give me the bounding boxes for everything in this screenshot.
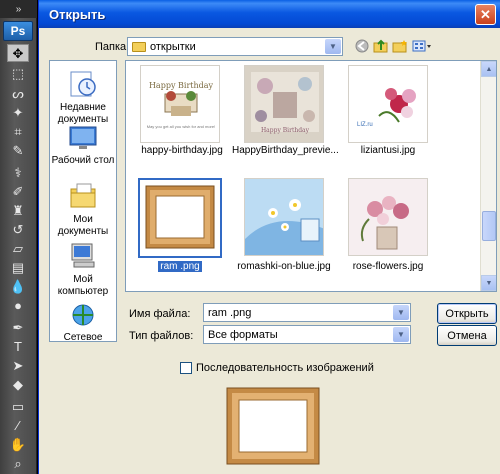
crop-tool-icon[interactable]: ⌗ xyxy=(7,122,29,140)
file-name[interactable]: HappyBirthday_previe... xyxy=(232,145,339,156)
eraser-tool-icon[interactable]: ▱ xyxy=(7,239,29,257)
marquee-tool-icon[interactable]: ⬚ xyxy=(7,64,29,82)
place-label: Недавние документы xyxy=(57,102,109,125)
folder-icon xyxy=(132,41,146,52)
filename-input[interactable]: ram .png ▼ xyxy=(203,303,411,322)
file-name[interactable]: rose-flowers.jpg xyxy=(344,261,432,272)
filetype-select[interactable]: Все форматы ▼ xyxy=(203,325,411,344)
chevron-down-icon[interactable]: ▼ xyxy=(393,305,409,320)
brush-tool-icon[interactable]: ✐ xyxy=(7,182,29,200)
blur-tool-icon[interactable]: 💧 xyxy=(7,277,29,295)
place-desktop[interactable]: Рабочий стол xyxy=(50,124,116,167)
folder-label: Папка: xyxy=(95,41,130,53)
chevron-down-icon[interactable]: ▼ xyxy=(393,327,409,342)
eyedropper-tool-icon[interactable]: ⁄ xyxy=(7,416,29,434)
place-network[interactable]: Сетевое xyxy=(50,303,116,342)
place-label: Мои документы xyxy=(57,214,109,237)
dialog-title-bar[interactable]: Открыть xyxy=(39,0,500,28)
slice-tool-icon[interactable]: ✎ xyxy=(7,141,29,159)
file-name-selected[interactable]: ram .png xyxy=(132,261,228,272)
gradient-tool-icon[interactable]: ▤ xyxy=(7,258,29,276)
folder-value: открытки xyxy=(150,40,196,53)
my-documents-icon xyxy=(70,183,96,208)
svg-text:Happy Birthday: Happy Birthday xyxy=(261,127,310,134)
place-label: Рабочий стол xyxy=(51,155,115,166)
path-selection-tool-icon[interactable]: ➤ xyxy=(7,356,29,374)
photoshop-toolbox: » Ps ✥ ⬚ ᔕ ✦ ⌗ ✎ ⚕ ✐ ♜ ↺ ▱ ▤ 💧 ● ✒ T ➤ ◆… xyxy=(0,0,37,474)
file-thumbnail[interactable]: Happy Birthday xyxy=(244,65,324,143)
shape-tool-icon[interactable]: ◆ xyxy=(7,375,29,393)
cancel-button[interactable]: Отмена xyxy=(437,325,497,346)
scrollbar-thumb[interactable] xyxy=(482,211,496,241)
folder-combo[interactable]: открытки ▼ xyxy=(127,37,343,56)
network-icon xyxy=(72,304,94,326)
close-button[interactable]: ✕ xyxy=(475,4,496,25)
image-sequence-checkbox[interactable] xyxy=(180,362,192,374)
filename-label: Имя файла: xyxy=(129,308,191,320)
pen-tool-icon[interactable]: ✒ xyxy=(7,318,29,336)
hand-tool-icon[interactable]: ✋ xyxy=(7,435,29,453)
place-label: Сетевое xyxy=(63,332,103,342)
file-thumbnail[interactable]: LIZ.ru xyxy=(348,65,428,143)
scroll-down-icon[interactable]: ▼ xyxy=(481,275,496,291)
file-thumbnail[interactable] xyxy=(348,178,428,256)
open-dialog: Открыть ✕ Папка: открытки ▼ Недавние док… xyxy=(38,0,500,474)
view-menu-icon[interactable] xyxy=(411,37,433,55)
dialog-title: Открыть xyxy=(49,6,106,22)
file-name[interactable]: romashki-on-blue.jpg xyxy=(236,261,332,272)
place-label: Мой компьютер xyxy=(57,274,109,297)
recent-documents-icon xyxy=(70,71,96,97)
move-tool-icon[interactable]: ✥ xyxy=(7,44,29,62)
file-thumbnail-selected[interactable] xyxy=(138,178,222,258)
svg-text:LIZ.ru: LIZ.ru xyxy=(357,122,373,128)
image-preview xyxy=(225,386,321,466)
image-sequence-label: Последовательность изображений xyxy=(196,362,374,374)
file-list-view: Happy Birthday May you get all you wish … xyxy=(125,60,497,292)
clone-stamp-tool-icon[interactable]: ♜ xyxy=(7,201,29,219)
open-button[interactable]: Открыть xyxy=(437,303,497,324)
notes-tool-icon[interactable]: ▭ xyxy=(7,397,29,415)
file-thumbnail[interactable] xyxy=(244,178,324,256)
svg-text:Happy Birthday: Happy Birthday xyxy=(149,81,214,90)
new-folder-icon[interactable] xyxy=(391,37,409,55)
back-icon[interactable] xyxy=(353,37,371,55)
zoom-tool-icon[interactable]: ⌕ xyxy=(7,454,29,472)
photoshop-logo[interactable]: Ps xyxy=(3,21,33,41)
svg-text:May you get all you wish for a: May you get all you wish for and more! xyxy=(147,124,215,129)
place-recent-documents[interactable]: Недавние документы xyxy=(50,69,116,126)
file-list-scrollbar[interactable]: ▲ ▼ xyxy=(480,61,496,291)
filetype-label: Тип файлов: xyxy=(129,330,194,342)
desktop-icon xyxy=(69,126,97,149)
lasso-tool-icon[interactable]: ᔕ xyxy=(7,84,29,102)
place-my-documents[interactable]: Мои документы xyxy=(50,181,116,238)
up-folder-icon[interactable] xyxy=(372,37,390,55)
place-my-computer[interactable]: Мой компьютер xyxy=(50,241,116,298)
scroll-up-icon[interactable]: ▲ xyxy=(481,61,496,77)
file-name[interactable]: happy-birthday.jpg xyxy=(134,145,230,156)
history-brush-tool-icon[interactable]: ↺ xyxy=(7,220,29,238)
dodge-tool-icon[interactable]: ● xyxy=(7,296,29,314)
filetype-value: Все форматы xyxy=(208,328,278,341)
file-thumbnail[interactable]: Happy Birthday May you get all you wish … xyxy=(140,65,220,143)
magic-wand-tool-icon[interactable]: ✦ xyxy=(7,103,29,121)
toolbox-menu-icon[interactable]: » xyxy=(0,0,37,18)
healing-brush-tool-icon[interactable]: ⚕ xyxy=(7,163,29,181)
filename-value: ram .png xyxy=(208,306,252,319)
file-name[interactable]: liziantusi.jpg xyxy=(342,145,434,156)
type-tool-icon[interactable]: T xyxy=(7,337,29,355)
places-bar: Недавние документы Рабочий стол Мои доку… xyxy=(49,60,117,342)
chevron-down-icon[interactable]: ▼ xyxy=(325,39,341,54)
my-computer-icon xyxy=(71,243,95,268)
